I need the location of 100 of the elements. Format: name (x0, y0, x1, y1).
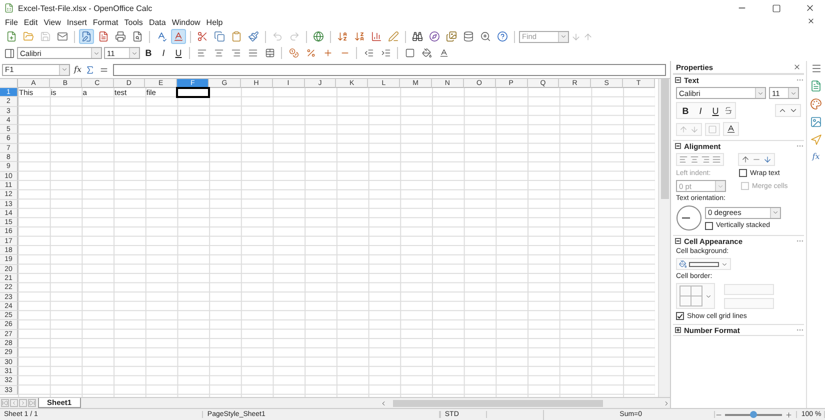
expand-icon[interactable] (675, 327, 681, 333)
line-color-dropdown[interactable] (724, 298, 774, 308)
first-sheet-button[interactable] (1, 399, 9, 407)
collapse-icon[interactable] (675, 77, 681, 83)
undo-icon (272, 31, 283, 42)
binoculars-icon (412, 31, 423, 42)
next-icon (20, 400, 26, 406)
subscript-icon (690, 124, 699, 134)
find-next-icon (571, 32, 581, 42)
caret-icon (721, 260, 728, 268)
style-button[interactable]: U (172, 46, 185, 60)
cut-icon (197, 31, 208, 42)
close-icon (805, 3, 815, 13)
bold-button[interactable]: B (679, 104, 692, 117)
menu-item[interactable]: Help (203, 18, 226, 26)
menu-item[interactable]: Data (146, 18, 169, 26)
pdf-icon (98, 31, 109, 42)
underline-button[interactable]: U (709, 104, 722, 117)
style-button[interactable]: I (157, 46, 170, 60)
toolbar-button[interactable] (461, 29, 476, 44)
menu-item[interactable]: Window (168, 18, 204, 26)
database-icon (463, 31, 474, 42)
spellcheck-icon (156, 31, 167, 42)
menu-item[interactable]: Edit (20, 18, 41, 26)
checkbox[interactable] (705, 222, 713, 230)
toolbar-button[interactable] (478, 29, 493, 44)
maximize-icon (772, 4, 780, 12)
orientation-dial[interactable] (676, 205, 702, 231)
copy-icon (214, 31, 225, 42)
first-icon (2, 400, 8, 406)
toolbar-button[interactable] (495, 29, 510, 44)
collapse-icon[interactable] (675, 143, 681, 149)
align-bottom-icon (763, 155, 772, 164)
sum-icon (85, 64, 96, 74)
spacing-icon (708, 124, 717, 134)
style-button[interactable]: B (142, 46, 155, 60)
pen-icon (388, 31, 399, 42)
collapse-icon[interactable] (675, 238, 681, 244)
font-color-icon (726, 124, 736, 134)
vertical-scrollbar[interactable] (658, 79, 670, 397)
close-icon (793, 63, 801, 71)
folder-icon (23, 31, 34, 42)
caret-icon (705, 292, 712, 300)
compass-icon (429, 31, 440, 42)
sort-descending-icon (354, 31, 365, 42)
zoom-icon (480, 31, 491, 42)
styles-icon (810, 98, 822, 110)
menu-item[interactable]: Insert (64, 18, 90, 26)
paste-icon (231, 31, 242, 42)
grow-font-icon (778, 106, 787, 115)
redo-icon (289, 31, 300, 42)
menu-item[interactable]: View (40, 18, 64, 26)
cell-cursor[interactable] (177, 88, 210, 98)
toolbar-button[interactable] (369, 29, 384, 44)
align-right-icon (701, 155, 710, 164)
align-left-icon (196, 48, 206, 58)
horizontal-scrollbar[interactable] (380, 398, 670, 408)
navigator-icon (810, 134, 822, 146)
increase-indent-icon (380, 48, 390, 58)
toolbar-button[interactable] (113, 29, 128, 44)
scroll-left-icon (380, 400, 387, 406)
menu-item[interactable]: File (2, 18, 21, 26)
caret-icon (772, 209, 779, 216)
justify-icon (712, 155, 721, 164)
align-center-icon (214, 48, 224, 58)
background-color-dropdown[interactable] (676, 258, 731, 270)
caret-icon (93, 50, 100, 56)
decrease-indent-icon (364, 48, 374, 58)
strikethrough-icon (724, 106, 733, 115)
close-document-icon (807, 17, 815, 25)
printer-icon (115, 31, 126, 42)
merge-cells-icon (264, 48, 274, 58)
italic-button[interactable]: I (694, 104, 707, 117)
formula-input[interactable] (113, 64, 666, 76)
previous-icon (11, 400, 17, 406)
menu-item[interactable]: Tools (121, 18, 146, 26)
zoom-thumb[interactable] (750, 410, 758, 418)
checkbox[interactable] (739, 169, 747, 177)
menu-icon (810, 63, 822, 74)
align-center-icon (690, 155, 699, 164)
save-icon (40, 31, 51, 42)
function-wizard-button[interactable]: fx (74, 65, 82, 74)
add-decimal-icon (322, 48, 332, 58)
caret-icon (61, 66, 68, 73)
caret-icon (757, 90, 764, 96)
last-sheet-button[interactable] (28, 399, 36, 407)
menu-item[interactable]: Format (90, 18, 122, 26)
find-previous-icon (583, 32, 593, 42)
functions-tab[interactable]: fx (812, 152, 820, 161)
align-top-icon (741, 155, 750, 164)
currency-icon (288, 48, 298, 58)
borders-icon (404, 48, 414, 58)
scroll-right-icon (663, 400, 670, 406)
toolbar-button[interactable] (427, 29, 442, 44)
align-left-icon (679, 155, 688, 164)
chart-icon (371, 31, 382, 42)
checkbox[interactable] (676, 312, 684, 320)
font-color-icon (438, 48, 448, 58)
properties-icon (810, 80, 822, 92)
toolbar-button[interactable] (410, 29, 425, 44)
